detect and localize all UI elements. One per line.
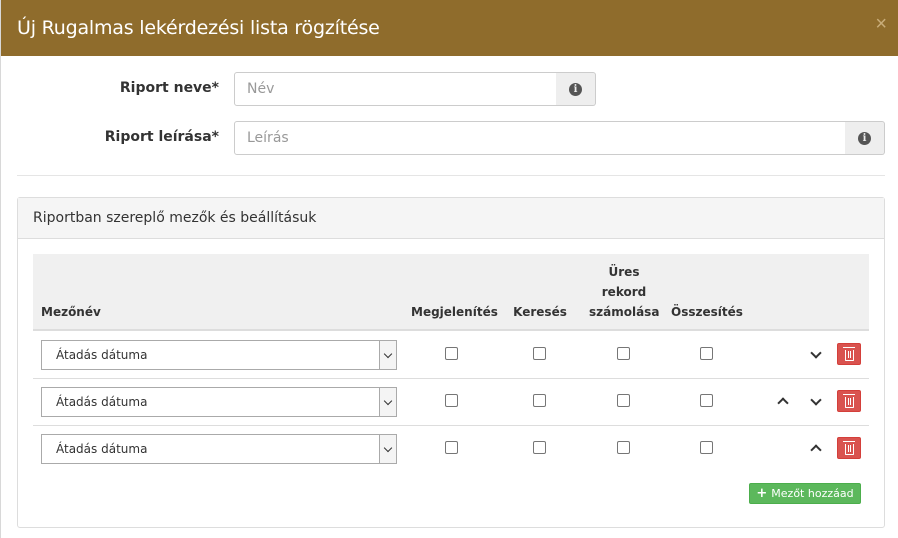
row-divider	[33, 425, 869, 426]
display-checkbox[interactable]	[445, 394, 458, 407]
chevron-down-icon[interactable]	[379, 341, 396, 369]
modal-header: Új Rugalmas lekérdezési lista rögzítése …	[1, 0, 898, 56]
panel-heading: Riportban szereplő mezők és beállításuk	[18, 198, 884, 239]
trash-icon	[842, 440, 855, 455]
add-field-button[interactable]: + Mezőt hozzáad	[749, 483, 861, 504]
report-description-input[interactable]	[234, 121, 846, 155]
count-empty-checkbox[interactable]	[617, 347, 630, 360]
modal-dialog: Új Rugalmas lekérdezési lista rögzítése …	[0, 0, 898, 538]
row-divider	[33, 378, 869, 379]
field-select-value: Átadás dátuma	[56, 395, 148, 409]
plus-icon: +	[756, 486, 768, 501]
move-down-icon[interactable]	[810, 349, 822, 361]
trash-icon	[842, 346, 855, 361]
field-select-value: Átadás dátuma	[56, 348, 148, 362]
info-icon: i	[569, 82, 582, 96]
delete-row-button[interactable]	[837, 343, 861, 365]
move-up-icon[interactable]	[777, 395, 789, 407]
count-empty-checkbox[interactable]	[617, 394, 630, 407]
divider	[17, 175, 885, 176]
summary-checkbox[interactable]	[700, 441, 713, 454]
report-name-label: Riport neve*	[119, 80, 219, 96]
search-checkbox[interactable]	[533, 441, 546, 454]
summary-checkbox[interactable]	[700, 394, 713, 407]
modal-title: Új Rugalmas lekérdezési lista rögzítése	[17, 17, 380, 39]
move-down-icon[interactable]	[810, 396, 822, 408]
panel-title: Riportban szereplő mezők és beállításuk	[33, 210, 317, 226]
column-header-summary: Összesítés	[671, 305, 743, 319]
delete-row-button[interactable]	[837, 437, 861, 459]
display-checkbox[interactable]	[445, 441, 458, 454]
column-header-count-empty-3: számolása	[589, 305, 660, 319]
column-header-search: Keresés	[513, 305, 567, 319]
column-header-display: Megjelenítés	[411, 305, 498, 319]
close-icon[interactable]: ×	[875, 14, 887, 34]
field-select[interactable]: Átadás dátuma	[41, 340, 397, 370]
column-header-count-empty-2: rekord	[601, 285, 647, 299]
search-checkbox[interactable]	[533, 347, 546, 360]
field-select[interactable]: Átadás dátuma	[41, 387, 397, 417]
count-empty-checkbox[interactable]	[617, 441, 630, 454]
add-field-label: Mezőt hozzáad	[771, 487, 854, 500]
summary-checkbox[interactable]	[700, 347, 713, 360]
report-description-label: Riport leírása*	[104, 129, 219, 145]
display-checkbox[interactable]	[445, 347, 458, 360]
column-header-count-empty-1: Üres	[608, 265, 640, 279]
field-select[interactable]: Átadás dátuma	[41, 434, 397, 464]
chevron-down-icon[interactable]	[379, 435, 396, 463]
report-name-info-addon[interactable]: i	[556, 72, 596, 106]
search-checkbox[interactable]	[533, 394, 546, 407]
report-name-input[interactable]	[234, 72, 557, 106]
move-up-icon[interactable]	[810, 442, 822, 454]
delete-row-button[interactable]	[837, 390, 861, 412]
trash-icon	[842, 393, 855, 408]
chevron-down-icon[interactable]	[379, 388, 396, 416]
column-header-field-name: Mezőnév	[41, 305, 101, 319]
info-icon: i	[858, 131, 871, 145]
report-description-info-addon[interactable]: i	[845, 121, 885, 155]
field-select-value: Átadás dátuma	[56, 442, 148, 456]
